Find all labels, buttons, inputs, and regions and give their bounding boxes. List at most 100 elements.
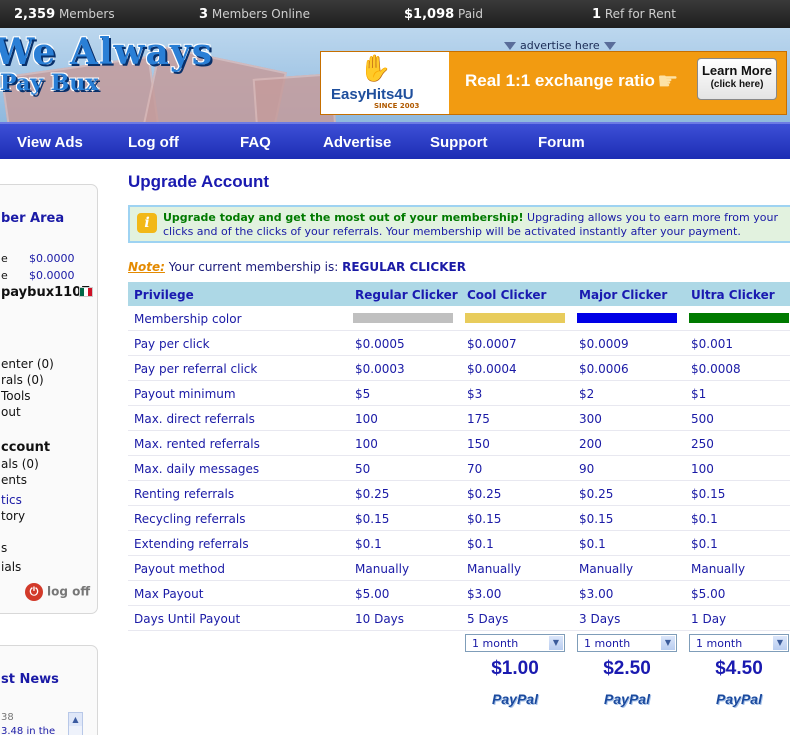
members-count: 2,359: [14, 7, 56, 22]
paid-label: Paid: [458, 7, 484, 21]
table-cell: $0.0005: [355, 337, 405, 351]
table-header-cell: Ultra Clicker: [691, 288, 775, 302]
table-cell: 90: [579, 462, 595, 476]
table-row: Payout minimum $5 $3 $2 $1: [128, 381, 790, 406]
member-sidebar: ber Area e $0.0000 e $0.0000 paybux1107 …: [0, 184, 98, 614]
table-cell: $0.1: [579, 537, 606, 551]
table-cell: $0.0009: [579, 337, 629, 351]
table-row: Pay per click $0.0005 $0.0007 $0.0009 $0.001: [128, 331, 790, 356]
nav-forum[interactable]: Forum: [538, 134, 585, 151]
table-cell: $0.1: [467, 537, 494, 551]
table-cell: 5 Days: [467, 612, 509, 626]
table-cell: $2: [579, 387, 595, 401]
member-area-heading: ber Area: [1, 211, 65, 226]
chevron-down-icon[interactable]: ▼: [549, 636, 563, 650]
privilege-label: Renting referrals: [134, 487, 235, 501]
table-row: Max. daily messages 50 70 90 100: [128, 456, 790, 481]
site-banner: We Always Pay Bux advertise here ✋ EasyH…: [0, 28, 790, 122]
sidebar-link[interactable]: ents: [1, 473, 27, 487]
paypal-button[interactable]: PayPal: [689, 691, 789, 707]
main-nav: View Ads Log off FAQ Advertise Support F…: [0, 122, 790, 159]
duration-select[interactable]: 1 month ▼: [465, 634, 565, 652]
paypal-button[interactable]: PayPal: [465, 691, 565, 707]
learn-more-button[interactable]: Learn More (click here): [697, 58, 777, 100]
rent-stat: 1 Ref for Rent: [592, 7, 676, 22]
table-cell: $3: [467, 387, 483, 401]
privilege-label: Max. rented referrals: [134, 437, 260, 451]
duration-select[interactable]: 1 month ▼: [689, 634, 789, 652]
privilege-label: Pay per click: [134, 337, 210, 351]
nav-support[interactable]: Support: [430, 134, 488, 151]
table-cell: $0.0008: [691, 362, 741, 376]
site-logo-line2[interactable]: Pay Bux: [0, 70, 98, 96]
ad-since: SINCE 2003: [374, 102, 420, 110]
scroll-up-icon[interactable]: ▲: [69, 713, 82, 726]
nav-log-off[interactable]: Log off: [128, 134, 179, 151]
logoff-button[interactable]: ⏻ log off: [25, 583, 90, 601]
sidebar-link[interactable]: out: [1, 405, 21, 419]
page-title: Upgrade Account: [128, 172, 270, 191]
table-cell: $0.0006: [579, 362, 629, 376]
table-cell: 150: [467, 437, 490, 451]
privilege-label: Recycling referrals: [134, 512, 246, 526]
sidebar-link[interactable]: Tools: [1, 389, 31, 403]
table-row: Payout method Manually Manually Manually Man…: [128, 556, 790, 581]
note-text: Your current membership is:: [164, 260, 343, 274]
sidebar-link[interactable]: rals (0): [1, 373, 44, 387]
triangle-down-icon: [603, 42, 616, 50]
easyhits4u-ad-banner[interactable]: ✋ EasyHits4U SINCE 2003 Real 1:1 exchang…: [320, 51, 787, 115]
table-row: Renting referrals $0.25 $0.25 $0.25 $0.15: [128, 481, 790, 506]
privilege-label: Max. daily messages: [134, 462, 260, 476]
membership-color-swatch: [353, 313, 453, 323]
nav-faq[interactable]: FAQ: [240, 134, 271, 151]
balance-label: e: [1, 252, 8, 265]
plan-price: $2.50: [603, 658, 651, 679]
sidebar-link[interactable]: ials: [1, 560, 21, 574]
sidebar-link[interactable]: enter (0): [1, 357, 54, 371]
online-label: Members Online: [211, 7, 311, 21]
table-cell: 50: [355, 462, 371, 476]
privilege-label: Payout minimum: [134, 387, 236, 401]
table-header-cell: Cool Clicker: [467, 288, 547, 302]
paid-stat: $1,098 Paid: [404, 7, 483, 22]
chevron-down-icon[interactable]: ▼: [661, 636, 675, 650]
site-logo-line1[interactable]: We Always: [0, 31, 213, 73]
nav-view-ads[interactable]: View Ads: [17, 134, 83, 151]
account-heading: ccount: [1, 440, 51, 455]
table-cell: $0.1: [691, 537, 718, 551]
triangle-down-icon: [504, 42, 516, 50]
power-icon: ⏻: [25, 583, 43, 601]
table-row: Max Payout $5.00 $3.00 $3.00 $5.00: [128, 581, 790, 606]
nav-advertise[interactable]: Advertise: [323, 134, 391, 151]
news-box: st News 38 3.48 in the ▲: [0, 645, 98, 735]
table-cell: $5.00: [691, 587, 726, 601]
sidebar-link[interactable]: s: [1, 541, 7, 555]
paypal-button[interactable]: PayPal: [577, 691, 677, 707]
table-cell: $5: [355, 387, 371, 401]
table-cell: $0.15: [467, 512, 502, 526]
duration-select[interactable]: 1 month ▼: [577, 634, 677, 652]
table-cell: Manually: [691, 562, 746, 576]
sidebar-link[interactable]: tics: [1, 493, 22, 507]
table-cell: 175: [467, 412, 490, 426]
news-text[interactable]: 3.48 in the: [1, 726, 55, 735]
learn-more-label: Learn More: [701, 63, 773, 78]
balance-label: e: [1, 269, 8, 282]
table-cell: 3 Days: [579, 612, 621, 626]
privilege-label: Pay per referral click: [134, 362, 258, 376]
chevron-down-icon[interactable]: ▼: [773, 636, 787, 650]
news-scrollbar[interactable]: ▲: [68, 712, 83, 735]
table-cell: 100: [355, 412, 378, 426]
privilege-label: Days Until Payout: [134, 612, 241, 626]
table-cell: $3.00: [467, 587, 502, 601]
table-cell: 100: [355, 437, 378, 451]
sidebar-link[interactable]: als (0): [1, 457, 39, 471]
privilege-label: Max Payout: [134, 587, 204, 601]
membership-color-swatch: [465, 313, 565, 323]
balance-value: $0.0000: [29, 252, 75, 265]
sidebar-link[interactable]: tory: [1, 509, 25, 523]
table-header-cell: Privilege: [134, 288, 194, 302]
logoff-label: log off: [47, 584, 91, 599]
table-cell: Manually: [355, 562, 410, 576]
rent-label: Ref for Rent: [604, 7, 676, 21]
